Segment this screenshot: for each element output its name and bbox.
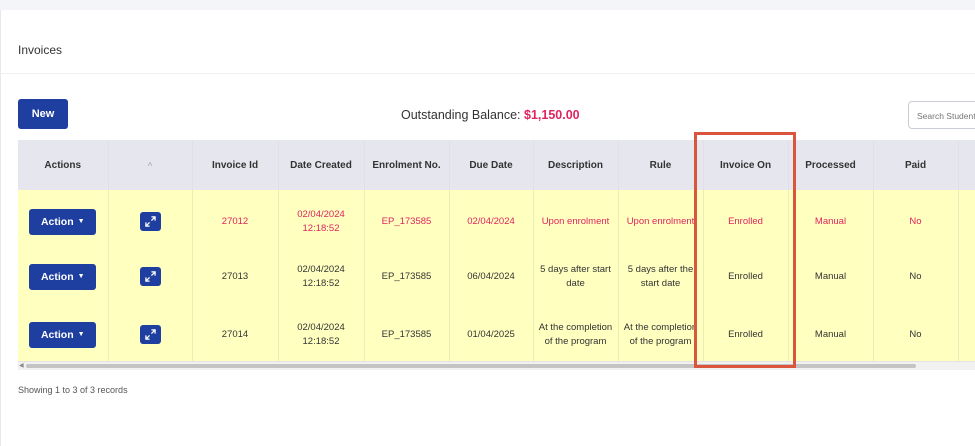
caret-down-icon: ▼ <box>77 217 85 225</box>
new-button[interactable]: New <box>18 99 68 129</box>
table-row: Action ▼ 27013 02/04/2024 12:18:52 EP_173… <box>18 249 975 304</box>
records-summary: Showing 1 to 3 of 3 records <box>18 385 128 395</box>
enrolment-no-cell: EP_173585 <box>364 249 450 304</box>
action-label: Action <box>40 215 74 228</box>
expand-cell <box>108 249 193 304</box>
date-created-cell: 02/04/2024 12:18:52 <box>278 190 365 249</box>
col-header-enrolment-no[interactable]: Enrolment No. <box>364 140 450 190</box>
outstanding-balance: Outstanding Balance: $1,150.00 <box>401 108 580 122</box>
balance-amount: $1,150.00 <box>524 108 580 122</box>
actions-cell: Action ▼ <box>18 190 109 249</box>
description-cell: 5 days after start date <box>533 249 619 304</box>
col-header-date-created[interactable]: Date Created <box>278 140 365 190</box>
actions-cell: Action ▼ <box>18 249 109 304</box>
due-date-cell: 02/04/2024 <box>449 190 534 249</box>
processed-cell: Manual <box>788 304 874 366</box>
expand-cell <box>108 190 193 249</box>
card-title: Invoices <box>18 43 63 57</box>
caret-down-icon: ▼ <box>77 331 85 338</box>
caret-down-icon: ▼ <box>77 272 85 280</box>
col-header-sort[interactable]: ^ <box>108 140 193 190</box>
title-divider <box>0 73 975 74</box>
processed-cell: Manual <box>788 249 874 304</box>
due-date-cell: 01/04/2025 <box>449 304 534 366</box>
invoices-table: Actions ^ Invoice Id Date Created Enrolm… <box>18 140 975 366</box>
col-header-due-date[interactable]: Due Date <box>449 140 534 190</box>
enrolment-no-cell: EP_173585 <box>364 190 450 249</box>
description-cell: At the completion of the program <box>533 304 619 366</box>
paid-cell: No <box>873 190 959 249</box>
expand-arrows-icon <box>144 215 156 227</box>
extra-cell <box>958 249 975 304</box>
extra-cell <box>958 190 975 249</box>
processed-cell: Manual <box>788 190 874 249</box>
col-header-paid[interactable]: Paid <box>873 140 959 190</box>
annotation-highlight-box <box>694 132 796 368</box>
table-row: Action ▼ 27012 02/04/2024 12:18:52 EP_173… <box>18 190 975 249</box>
invoice-id-cell: 27014 <box>192 304 279 366</box>
expand-cell <box>108 304 193 366</box>
rule-cell: 5 days after the start date <box>618 249 704 304</box>
col-header-invoice-id[interactable]: Invoice Id <box>192 140 279 190</box>
actions-cell: Action ▼ <box>18 304 109 366</box>
action-label: Action <box>40 270 74 283</box>
top-strip <box>0 0 975 10</box>
expand-arrows-icon <box>144 270 156 282</box>
col-header-description[interactable]: Description <box>533 140 619 190</box>
search-input[interactable] <box>909 102 975 130</box>
scroll-left-arrow-icon[interactable]: ◀ <box>19 362 24 369</box>
col-header-processed[interactable]: Processed <box>788 140 874 190</box>
col-header-rule[interactable]: Rule <box>618 140 704 190</box>
enrolment-no-cell: EP_173585 <box>364 304 450 366</box>
table-header-row: Actions ^ Invoice Id Date Created Enrolm… <box>18 140 975 190</box>
action-label: Action <box>40 329 74 341</box>
rule-cell: At the completion of the program <box>618 304 704 366</box>
col-header-actions[interactable]: Actions <box>18 140 109 190</box>
action-dropdown-button[interactable]: Action ▼ <box>29 322 97 348</box>
horizontal-scrollbar[interactable]: ◀ <box>18 361 975 370</box>
action-dropdown-button[interactable]: Action ▼ <box>29 263 97 290</box>
expand-arrows-icon <box>144 329 156 340</box>
search-box[interactable] <box>908 101 975 130</box>
date-created-cell: 02/04/2024 12:18:52 <box>278 304 365 366</box>
date-created-cell: 02/04/2024 12:18:52 <box>278 249 365 304</box>
chevron-up-icon[interactable]: ^ <box>148 161 153 170</box>
action-dropdown-button[interactable]: Action ▼ <box>29 208 97 235</box>
balance-label: Outstanding Balance: <box>401 108 521 122</box>
rule-cell: Upon enrolment <box>618 190 704 249</box>
extra-cell <box>958 304 975 366</box>
expand-button[interactable] <box>139 325 161 344</box>
paid-cell: No <box>873 304 959 366</box>
paid-cell: No <box>873 249 959 304</box>
invoice-id-cell: 27012 <box>192 190 279 249</box>
description-cell: Upon enrolment <box>533 190 619 249</box>
due-date-cell: 06/04/2024 <box>449 249 534 304</box>
expand-button[interactable] <box>139 266 161 286</box>
table-row: Action ▼ 27014 02/04/2024 12:18:52 EP_173… <box>18 304 975 366</box>
col-header-extra <box>958 140 975 190</box>
expand-button[interactable] <box>139 211 161 231</box>
invoices-table-wrapper: Actions ^ Invoice Id Date Created Enrolm… <box>18 140 975 370</box>
invoice-id-cell: 27013 <box>192 249 279 304</box>
